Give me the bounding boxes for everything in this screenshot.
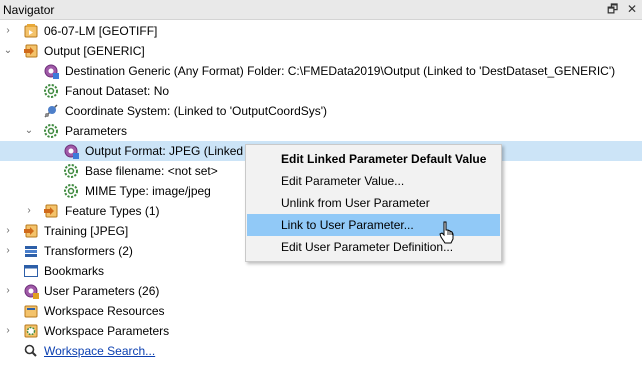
- tree-item-label: User Parameters (26): [44, 284, 160, 298]
- coordinate-system-icon: [43, 103, 59, 119]
- tree-item-label: Output Format: JPEG (Linked t: [85, 144, 250, 158]
- menu-item-link-to-user-parameter[interactable]: Link to User Parameter...: [247, 214, 500, 236]
- tree-item-user-parameters[interactable]: › User Parameters (26): [0, 281, 642, 301]
- tree-item-label: Training [JPEG]: [44, 224, 129, 238]
- workspace-resources-icon: [23, 303, 39, 319]
- tree-item-label: Transformers (2): [44, 244, 133, 258]
- menu-item-label: Edit Linked Parameter Default Value: [281, 152, 487, 166]
- expand-arrow-icon[interactable]: ›: [3, 284, 13, 298]
- workspace-search-link[interactable]: Workspace Search...: [44, 344, 155, 358]
- tree-item-reader-06-07-lm[interactable]: › 06-07-LM [GEOTIFF]: [0, 21, 642, 41]
- tree-item-label: MIME Type: image/jpeg: [85, 184, 211, 198]
- tree-item-label: Coordinate System: (Linked to 'OutputCoo…: [65, 104, 328, 118]
- expand-arrow-icon[interactable]: ›: [3, 24, 13, 38]
- feature-types-icon: [43, 203, 59, 219]
- close-button[interactable]: ✕: [627, 2, 637, 16]
- tree-item-destination-folder[interactable]: Destination Generic (Any Format) Folder:…: [0, 61, 642, 81]
- menu-item-edit-parameter-value[interactable]: Edit Parameter Value...: [247, 170, 500, 192]
- menu-item-label: Edit Parameter Value...: [281, 174, 405, 188]
- tree-item-coordinate-system[interactable]: Coordinate System: (Linked to 'OutputCoo…: [0, 101, 642, 121]
- tree-item-workspace-search[interactable]: Workspace Search...: [0, 341, 642, 361]
- linked-parameter-icon: [63, 143, 79, 159]
- parameter-gear-icon: [63, 183, 79, 199]
- expand-arrow-icon[interactable]: ›: [3, 244, 13, 258]
- collapse-arrow-icon[interactable]: ⌄: [24, 124, 34, 138]
- tree-item-label: Workspace Parameters: [44, 324, 170, 338]
- tree-item-workspace-parameters[interactable]: › Workspace Parameters: [0, 321, 642, 341]
- transformers-icon: [23, 243, 39, 259]
- menu-item-edit-user-parameter-definition[interactable]: Edit User Parameter Definition...: [247, 236, 500, 258]
- reader-icon: [23, 23, 39, 39]
- user-parameters-icon: [23, 283, 39, 299]
- expand-arrow-icon[interactable]: ›: [3, 224, 13, 238]
- restore-button[interactable]: 🗗: [607, 2, 618, 16]
- writer-icon: [23, 43, 39, 59]
- tree-item-label: 06-07-LM [GEOTIFF]: [44, 24, 158, 38]
- tree-item-label: Feature Types (1): [65, 204, 160, 218]
- tree-item-workspace-resources[interactable]: Workspace Resources: [0, 301, 642, 321]
- tree-item-label: Destination Generic (Any Format) Folder:…: [65, 64, 616, 78]
- linked-parameter-icon: [43, 63, 59, 79]
- tree-item-label: Output [GENERIC]: [44, 44, 145, 58]
- menu-item-label: Link to User Parameter...: [281, 218, 414, 232]
- writer-icon: [23, 223, 39, 239]
- parameter-gear-icon: [43, 83, 59, 99]
- bookmark-icon: [23, 263, 39, 279]
- menu-item-label: Unlink from User Parameter: [281, 196, 430, 210]
- tree-item-bookmarks[interactable]: Bookmarks: [0, 261, 642, 281]
- tree-item-writer-output[interactable]: ⌄ Output [GENERIC]: [0, 41, 642, 61]
- tree-item-label: Parameters: [65, 124, 128, 138]
- search-icon: [23, 343, 39, 359]
- tree-item-label: Base filename: <not set>: [85, 164, 218, 178]
- parameter-gear-icon: [43, 123, 59, 139]
- menu-item-edit-linked-default[interactable]: Edit Linked Parameter Default Value: [247, 148, 500, 170]
- tree-item-label: Bookmarks: [44, 264, 105, 278]
- navigator-header: Navigator 🗗 ✕: [0, 0, 642, 20]
- workspace-parameters-icon: [23, 323, 39, 339]
- tree-item-label: Workspace Resources: [44, 304, 165, 318]
- menu-item-label: Edit User Parameter Definition...: [281, 240, 454, 254]
- menu-item-unlink[interactable]: Unlink from User Parameter: [247, 192, 500, 214]
- tree-item-fanout-dataset[interactable]: Fanout Dataset: No: [0, 81, 642, 101]
- context-menu: Edit Linked Parameter Default Value Edit…: [245, 144, 502, 262]
- expand-arrow-icon[interactable]: ›: [24, 204, 34, 218]
- tree-item-label: Fanout Dataset: No: [65, 84, 170, 98]
- tree-item-parameters[interactable]: ⌄ Parameters: [0, 121, 642, 141]
- parameter-gear-icon: [63, 163, 79, 179]
- expand-arrow-icon[interactable]: ›: [3, 324, 13, 338]
- mouse-pointer-icon: [439, 221, 455, 245]
- panel-title: Navigator: [3, 3, 55, 17]
- collapse-arrow-icon[interactable]: ⌄: [3, 44, 13, 58]
